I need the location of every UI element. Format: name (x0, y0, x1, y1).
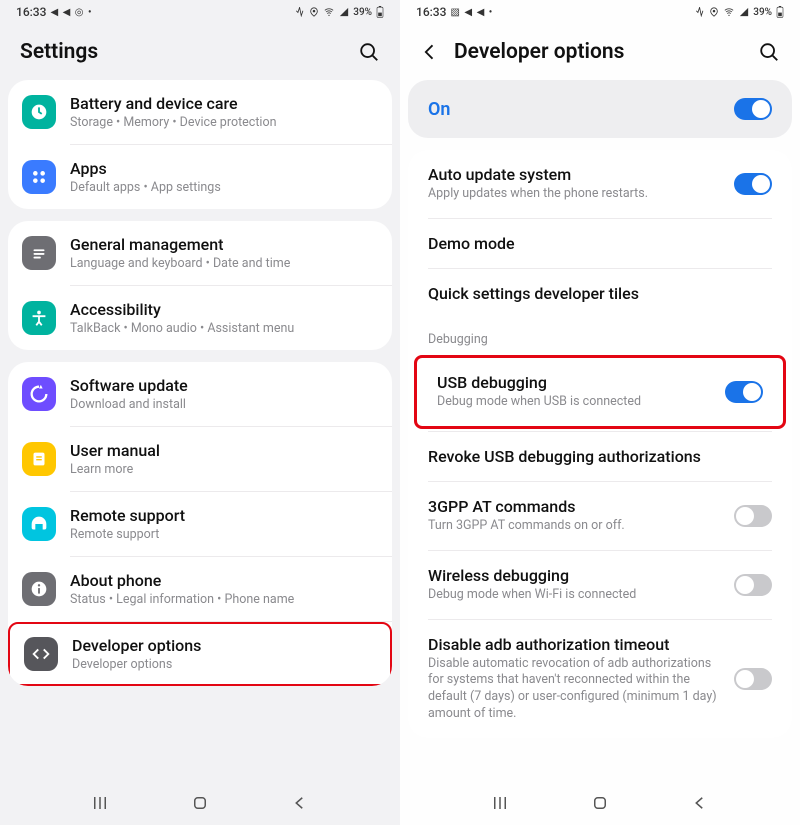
status-time: 16:33 (416, 5, 446, 19)
debug-item-1[interactable]: Revoke USB debugging authorizations (408, 432, 792, 481)
debug-item-3[interactable]: Wireless debugging Debug mode when Wi-Fi … (408, 551, 792, 619)
item-title: Wireless debugging (428, 566, 720, 585)
debug-item-0[interactable]: USB debugging Debug mode when USB is conn… (417, 358, 783, 426)
manual-icon (22, 442, 56, 476)
master-toggle-label: On (428, 99, 450, 120)
item-title: Accessibility (70, 300, 378, 319)
item-title: Battery and device care (70, 94, 378, 113)
developer-options-screen: 16:33 ▧ ◀ ◀ • 39% Developer options On A (400, 0, 800, 825)
status-time: 16:33 (16, 5, 46, 19)
recents-button[interactable] (91, 794, 109, 816)
master-toggle-switch[interactable] (734, 98, 772, 120)
item-title: Auto update system (428, 165, 720, 184)
dev-options-list[interactable]: On Auto update system Apply updates when … (400, 80, 800, 785)
item-subtitle: Status • Legal information • Phone name (70, 592, 378, 607)
item-subtitle: Remote support (70, 527, 378, 542)
update-icon (22, 377, 56, 411)
status-icons-right: 39% (295, 6, 384, 18)
item-subtitle: Language and keyboard • Date and time (70, 256, 378, 271)
search-icon[interactable] (758, 41, 780, 63)
item-subtitle: Download and install (70, 397, 378, 412)
status-icons-right: 39% (695, 6, 784, 18)
dev-options-header: Developer options (400, 24, 800, 80)
item-subtitle: Developer options (72, 657, 376, 672)
home-button[interactable] (191, 794, 209, 816)
item-subtitle: Disable automatic revocation of adb auth… (428, 656, 720, 724)
search-icon[interactable] (358, 41, 380, 63)
toggle-switch[interactable] (734, 668, 772, 690)
item-subtitle: Apply updates when the phone restarts. (428, 186, 720, 203)
status-bar: 16:33 ◀ ◀ ◎ • 39% (0, 0, 400, 24)
toggle-switch[interactable] (725, 381, 763, 403)
item-title: Demo mode (428, 234, 772, 253)
accessibility-icon (22, 301, 56, 335)
item-title: 3GPP AT commands (428, 497, 720, 516)
toggle-switch[interactable] (734, 505, 772, 527)
back-icon[interactable] (420, 42, 440, 62)
settings-header: Settings (0, 24, 400, 80)
settings-item-dev[interactable]: Developer options Developer options (8, 622, 392, 686)
nav-bar (0, 785, 400, 825)
device-care-icon (22, 95, 56, 129)
item-title: General management (70, 235, 378, 254)
settings-item-device-care[interactable]: Battery and device care Storage • Memory … (8, 80, 392, 144)
home-button[interactable] (591, 794, 609, 816)
settings-item-accessibility[interactable]: Accessibility TalkBack • Mono audio • Ass… (8, 286, 392, 350)
item-title: Revoke USB debugging authorizations (428, 447, 772, 466)
item-title: User manual (70, 441, 378, 460)
item-subtitle: Learn more (70, 462, 378, 477)
settings-item-about[interactable]: About phone Status • Legal information • … (8, 557, 392, 621)
settings-item-update[interactable]: Software update Download and install (8, 362, 392, 426)
item-title: Disable adb authorization timeout (428, 635, 720, 654)
page-title: Settings (20, 40, 98, 64)
item-subtitle: Debug mode when Wi-Fi is connected (428, 587, 720, 604)
debug-item-2[interactable]: 3GPP AT commands Turn 3GPP AT commands on… (408, 482, 792, 550)
dev-item-2[interactable]: Quick settings developer tiles (408, 269, 792, 318)
status-icons-left: ◀ ◀ ◎ • (50, 7, 92, 18)
item-title: USB debugging (437, 373, 711, 392)
nav-bar (400, 785, 800, 825)
recents-button[interactable] (491, 794, 509, 816)
item-subtitle: Default apps • App settings (70, 180, 378, 195)
item-subtitle: Debug mode when USB is connected (437, 394, 711, 411)
section-header-debugging: Debugging (408, 318, 792, 353)
settings-screen: 16:33 ◀ ◀ ◎ • 39% Settings Battery and d… (0, 0, 400, 825)
page-title: Developer options (454, 40, 624, 64)
item-title: Software update (70, 376, 378, 395)
item-title: Remote support (70, 506, 378, 525)
item-title: Quick settings developer tiles (428, 284, 772, 303)
general-icon (22, 236, 56, 270)
debug-item-4[interactable]: Disable adb authorization timeout Disable… (408, 620, 792, 739)
about-icon (22, 572, 56, 606)
apps-icon (22, 160, 56, 194)
dev-icon (24, 637, 58, 671)
settings-item-apps[interactable]: Apps Default apps • App settings (8, 145, 392, 209)
item-subtitle: Storage • Memory • Device protection (70, 115, 378, 130)
master-toggle-row[interactable]: On (408, 80, 792, 138)
support-icon (22, 507, 56, 541)
toggle-switch[interactable] (734, 173, 772, 195)
toggle-switch[interactable] (734, 574, 772, 596)
dev-item-1[interactable]: Demo mode (408, 219, 792, 268)
item-subtitle: TalkBack • Mono audio • Assistant menu (70, 321, 378, 336)
status-icons-left: ▧ ◀ ◀ • (450, 7, 493, 18)
status-bar: 16:33 ▧ ◀ ◀ • 39% (400, 0, 800, 24)
settings-item-general[interactable]: General management Language and keyboard … (8, 221, 392, 285)
settings-item-support[interactable]: Remote support Remote support (8, 492, 392, 556)
item-title: Apps (70, 159, 378, 178)
item-title: Developer options (72, 636, 376, 655)
back-button[interactable] (691, 794, 709, 816)
settings-list[interactable]: Battery and device care Storage • Memory … (0, 80, 400, 785)
item-subtitle: Turn 3GPP AT commands on or off. (428, 518, 720, 535)
settings-item-manual[interactable]: User manual Learn more (8, 427, 392, 491)
dev-item-0[interactable]: Auto update system Apply updates when the… (408, 150, 792, 218)
back-button[interactable] (291, 794, 309, 816)
item-title: About phone (70, 571, 378, 590)
